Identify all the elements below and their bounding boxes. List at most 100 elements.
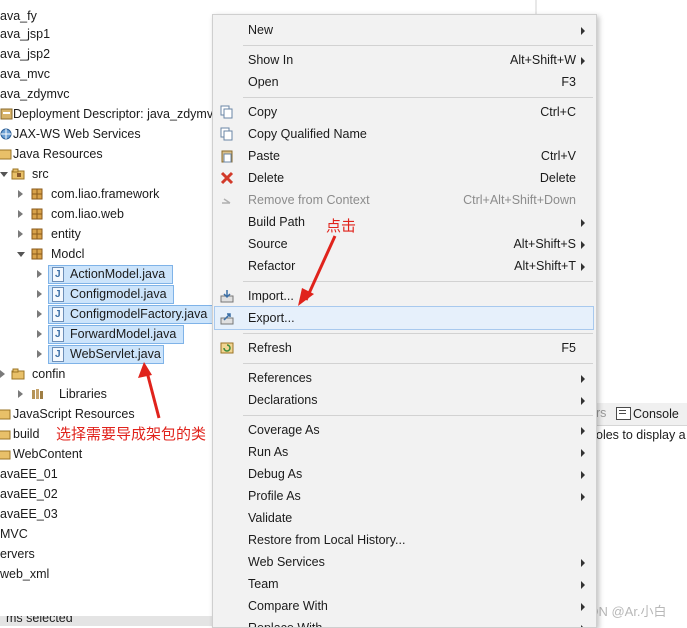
collapsed-chevron-icon[interactable]: [37, 350, 42, 358]
folder-icon: [0, 430, 11, 440]
tree-item-label: ava_jsp2: [0, 47, 51, 61]
collapsed-chevron-icon[interactable]: [37, 270, 42, 278]
package-icon: [31, 248, 43, 260]
console-icon: [616, 407, 631, 420]
menu-item-replace-with[interactable]: Replace With: [213, 617, 596, 627]
submenu-arrow-icon: [581, 493, 585, 501]
tree-item-label: entity: [51, 227, 81, 241]
tab-console[interactable]: Console: [613, 403, 679, 425]
menu-item-shortcut: Ctrl+Alt+Shift+Down: [463, 193, 576, 207]
tree-item-label: Modcl: [51, 247, 85, 261]
collapsed-chevron-icon[interactable]: [18, 230, 23, 238]
menu-item-build-path[interactable]: Build Path: [213, 211, 596, 233]
menu-item-declarations[interactable]: Declarations: [213, 389, 596, 411]
source-folder-icon: [11, 368, 25, 380]
java-file-icon: [52, 325, 64, 345]
menu-item-copy-qualified-name[interactable]: Copy Qualified Name: [213, 123, 596, 145]
tree-item-label: ForwardModel.java: [70, 327, 177, 341]
console-message: oles to display a: [596, 428, 686, 442]
collapsed-chevron-icon[interactable]: [37, 330, 42, 338]
java-resources-icon: [0, 149, 12, 160]
menu-item-team[interactable]: Team: [213, 573, 596, 595]
copy-icon: [220, 105, 233, 119]
menu-item-new[interactable]: New: [213, 19, 596, 41]
menu-item-shortcut: Alt+Shift+W: [510, 53, 576, 67]
tree-item-label: WebContent: [13, 447, 83, 461]
tree-item-deployment-descriptor[interactable]: Deployment Descriptor: java_zdymvc: [0, 104, 215, 124]
menu-item-references[interactable]: References: [213, 367, 596, 389]
menu-item-validate[interactable]: Validate: [213, 507, 596, 529]
menu-item-label: References: [248, 371, 312, 385]
menu-item-label: Run As: [248, 445, 289, 459]
source-folder-icon: [11, 168, 25, 180]
menu-item-label: Profile As: [248, 489, 301, 503]
menu-item-coverage-as[interactable]: Coverage As: [213, 419, 596, 441]
menu-item-shortcut: Alt+Shift+S: [513, 237, 576, 251]
menu-item-label: Open: [248, 75, 279, 89]
java-file-icon: [52, 305, 64, 325]
copy-qualified-name-icon: [220, 127, 233, 141]
menu-item-export[interactable]: Export...: [214, 306, 594, 330]
menu-item-label: Copy Qualified Name: [248, 127, 367, 141]
submenu-arrow-icon: [581, 375, 585, 383]
submenu-arrow-icon: [581, 427, 585, 435]
collapsed-chevron-icon[interactable]: [37, 290, 42, 298]
tree-item-label: build: [13, 427, 40, 441]
menu-item-label: Refresh: [248, 341, 292, 355]
submenu-arrow-icon: [581, 219, 585, 227]
menu-item-run-as[interactable]: Run As: [213, 441, 596, 463]
menu-item-shortcut: F5: [561, 341, 576, 355]
menu-item-label: Show In: [248, 53, 294, 67]
menu-item-label: Build Path: [248, 215, 305, 229]
menu-item-label: Remove from Context: [248, 193, 370, 207]
menu-item-label: Copy: [248, 105, 278, 119]
tree-item-label: ervers: [0, 547, 35, 561]
menu-item-import[interactable]: Import...: [213, 285, 596, 307]
tree-item-label: ConfigmodelFactory.java: [70, 307, 208, 321]
menu-item-debug-as[interactable]: Debug As: [213, 463, 596, 485]
expanded-chevron-icon[interactable]: [17, 252, 25, 257]
collapsed-chevron-icon[interactable]: [18, 210, 23, 218]
tree-item-label: Configmodel.java: [70, 287, 167, 301]
menu-item-label: New: [248, 23, 274, 37]
menu-item-web-services[interactable]: Web Services: [213, 551, 596, 573]
menu-item-label: Coverage As: [248, 423, 320, 437]
menu-item-refresh[interactable]: Refresh F5: [213, 337, 596, 359]
menu-item-refactor[interactable]: Refactor Alt+Shift+T: [213, 255, 596, 277]
tab-previous[interactable]: rs: [596, 406, 606, 420]
expanded-chevron-icon[interactable]: [0, 172, 8, 177]
menu-item-label: Refactor: [248, 259, 296, 273]
menu-item-label: Web Services: [248, 555, 325, 569]
menu-item-label: Compare With: [248, 599, 328, 613]
tree-item-label: src: [32, 167, 49, 181]
menu-item-shortcut: Delete: [539, 171, 576, 185]
collapsed-chevron-icon[interactable]: [0, 370, 5, 378]
menu-item-compare-with[interactable]: Compare With: [213, 595, 596, 617]
status-bar: ms selected: [0, 616, 215, 626]
menu-item-paste[interactable]: Paste Ctrl+V: [213, 145, 596, 167]
menu-item-open[interactable]: Open F3: [213, 71, 596, 93]
menu-item-label: Delete: [248, 171, 285, 185]
menu-item-delete[interactable]: Delete Delete: [213, 167, 596, 189]
project-explorer-tree: ava_fy ava_jsp1 ava_jsp2 ava_mvc ava_zdy…: [0, 0, 215, 626]
annotation-arrow-icon: [138, 362, 161, 419]
deployment-descriptor-icon: [0, 108, 13, 120]
tree-item-label: Java Resources: [13, 147, 103, 161]
collapsed-chevron-icon[interactable]: [37, 310, 42, 318]
submenu-arrow-icon: [581, 559, 585, 567]
tree-item-label: MVC: [0, 527, 28, 541]
menu-item-label: Import...: [248, 289, 294, 303]
collapsed-chevron-icon[interactable]: [18, 390, 23, 398]
menu-item-restore-local-history[interactable]: Restore from Local History...: [213, 529, 596, 551]
menu-item-source[interactable]: Source Alt+Shift+S: [213, 233, 596, 255]
collapsed-chevron-icon[interactable]: [18, 190, 23, 198]
menu-item-show-in[interactable]: Show In Alt+Shift+W: [213, 49, 596, 71]
menu-item-copy[interactable]: Copy Ctrl+C: [213, 101, 596, 123]
submenu-arrow-icon: [581, 471, 585, 479]
tree-item-label: web_xml: [0, 567, 50, 581]
status-text: ms selected: [6, 616, 73, 625]
tree-item-label: JavaScript Resources: [13, 407, 135, 421]
context-menu: New Show In Alt+Shift+W Open F3 Copy Ctr…: [212, 14, 597, 628]
menu-item-profile-as[interactable]: Profile As: [213, 485, 596, 507]
annotation-arrow-icon: [298, 235, 337, 306]
